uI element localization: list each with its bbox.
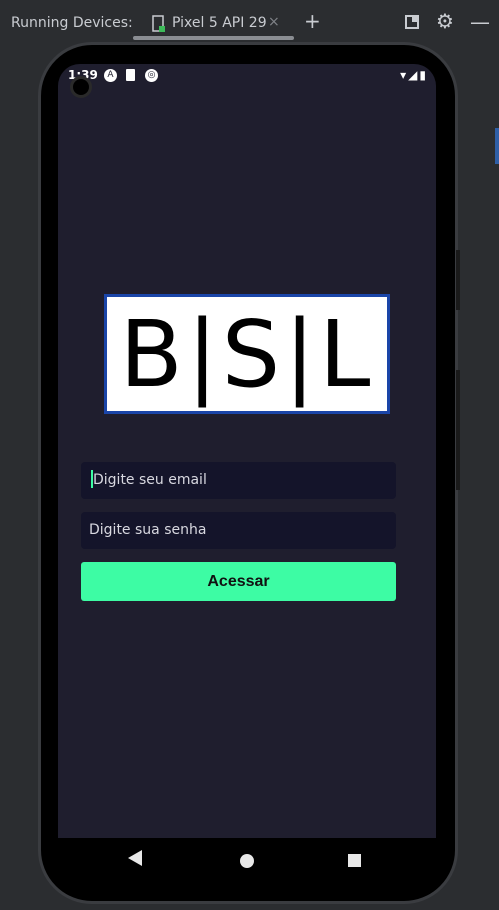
device-screen: 1:39 A ◎ ▾◢▮ B|S|L Digite seu email Digi… xyxy=(58,64,436,838)
window-layout-icon[interactable] xyxy=(405,15,419,29)
tab-underline xyxy=(133,36,294,40)
status-bar: 1:39 A ◎ ▾◢▮ xyxy=(58,64,436,90)
home-icon[interactable] xyxy=(240,854,254,868)
front-camera xyxy=(70,76,92,98)
bsl-logo: B|S|L xyxy=(104,294,390,414)
scrollbar[interactable] xyxy=(495,128,499,164)
emulator-toolbar: Running Devices: Pixel 5 API 29 × + ⚙ — xyxy=(0,0,499,46)
email-field[interactable]: Digite seu email xyxy=(81,462,396,499)
text-cursor xyxy=(91,470,93,488)
recents-icon[interactable] xyxy=(348,854,361,867)
submit-button[interactable]: Acessar xyxy=(81,562,396,601)
password-placeholder: Digite sua senha xyxy=(89,522,207,538)
add-tab-button[interactable]: + xyxy=(304,9,321,33)
running-devices-label: Running Devices: xyxy=(11,15,133,31)
close-icon[interactable]: × xyxy=(268,14,280,30)
status-right-icons: ▾◢▮ xyxy=(400,68,428,82)
tab-label: Pixel 5 API 29 xyxy=(172,15,267,31)
back-icon[interactable] xyxy=(128,850,142,866)
power-button xyxy=(456,250,460,310)
sd-card-icon xyxy=(126,69,135,81)
minimize-icon[interactable]: — xyxy=(470,10,490,34)
android-nav-bar xyxy=(58,838,436,884)
sync-icon: ◎ xyxy=(145,69,158,82)
device-icon xyxy=(152,15,165,32)
notification-a-icon: A xyxy=(104,69,117,82)
email-placeholder: Digite seu email xyxy=(93,472,207,488)
password-field[interactable]: Digite sua senha xyxy=(81,512,396,549)
volume-button xyxy=(456,370,460,490)
gear-icon[interactable]: ⚙ xyxy=(436,9,454,33)
